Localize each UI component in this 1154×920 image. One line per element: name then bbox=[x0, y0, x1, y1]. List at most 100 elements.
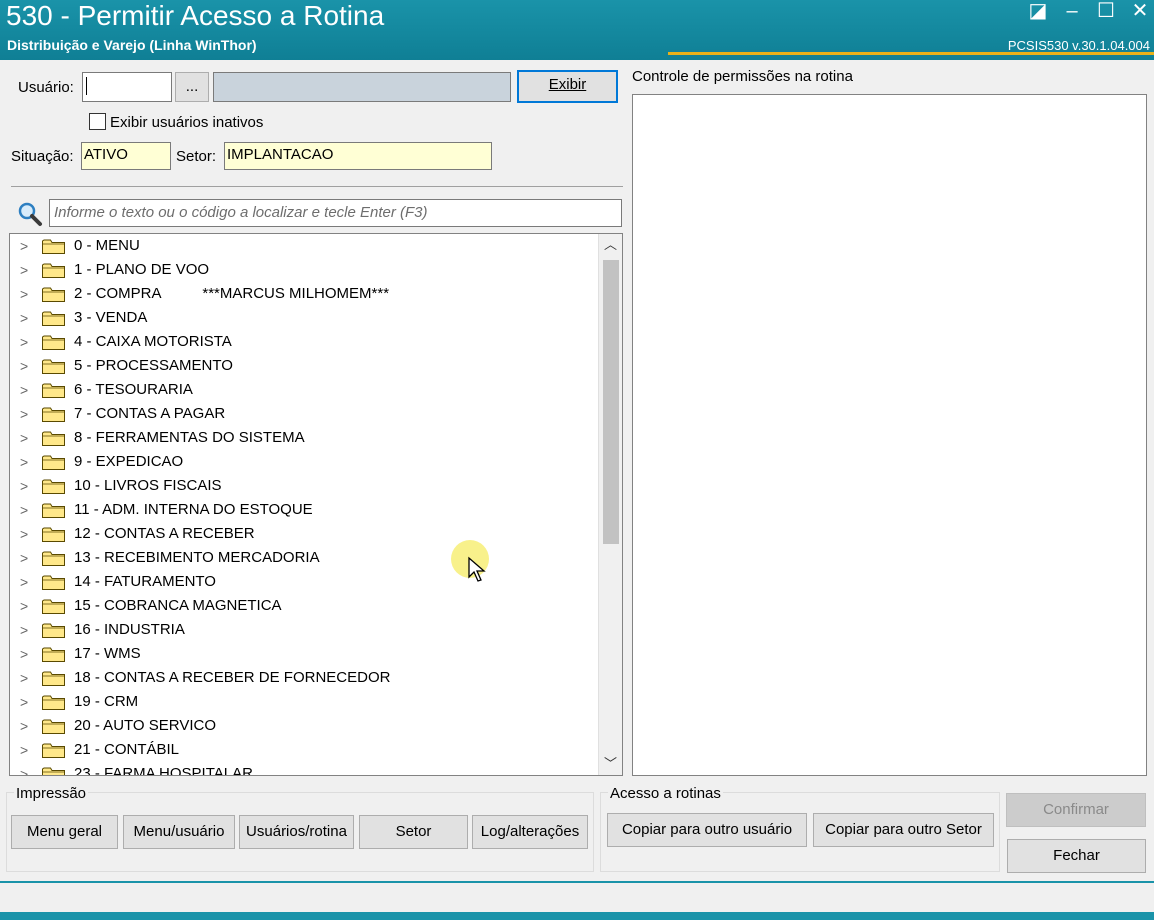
tree-item[interactable]: >16 - INDUSTRIA bbox=[10, 618, 598, 642]
tree-item[interactable]: >0 - MENU bbox=[10, 234, 598, 258]
scroll-thumb[interactable] bbox=[603, 260, 619, 544]
tree-item[interactable]: >17 - WMS bbox=[10, 642, 598, 666]
expand-arrow-icon[interactable]: > bbox=[20, 474, 28, 498]
tree-item[interactable]: >9 - EXPEDICAO bbox=[10, 450, 598, 474]
expand-arrow-icon[interactable]: > bbox=[20, 330, 28, 354]
folder-icon bbox=[42, 503, 65, 518]
search-input[interactable]: Informe o texto ou o código a localizar … bbox=[49, 199, 622, 227]
expand-arrow-icon[interactable]: > bbox=[20, 618, 28, 642]
confirm-button[interactable]: Confirmar bbox=[1006, 793, 1146, 827]
tree-item-label: 15 - COBRANCA MAGNETICA bbox=[74, 597, 282, 614]
expand-arrow-icon[interactable]: > bbox=[20, 522, 28, 546]
expand-arrow-icon[interactable]: > bbox=[20, 450, 28, 474]
tree-item[interactable]: >5 - PROCESSAMENTO bbox=[10, 354, 598, 378]
print-users-routine-button[interactable]: Usuários/rotina bbox=[239, 815, 354, 849]
tree-item-label: 19 - CRM bbox=[74, 693, 139, 710]
expand-arrow-icon[interactable]: > bbox=[20, 546, 28, 570]
expand-arrow-icon[interactable]: > bbox=[20, 690, 28, 714]
tree-item-label: 5 - PROCESSAMENTO bbox=[74, 357, 233, 374]
tree-item[interactable]: >1 - PLANO DE VOO bbox=[10, 258, 598, 282]
maximize-icon[interactable]: ☐ bbox=[1092, 0, 1120, 24]
folder-icon bbox=[42, 335, 65, 350]
close-icon[interactable]: ✕ bbox=[1126, 0, 1154, 24]
folder-icon bbox=[42, 719, 65, 734]
title-bar: 530 - Permitir Acesso a Rotina Distribui… bbox=[0, 0, 1154, 60]
inactive-users-checkbox[interactable] bbox=[89, 113, 106, 130]
expand-arrow-icon[interactable]: > bbox=[20, 426, 28, 450]
folder-icon bbox=[42, 263, 65, 278]
menu-tree[interactable]: >0 - MENU >1 - PLANO DE VOO >2 - COMPRA **… bbox=[9, 233, 623, 776]
tree-item[interactable]: >11 - ADM. INTERNA DO ESTOQUE bbox=[10, 498, 598, 522]
tree-item[interactable]: >13 - RECEBIMENTO MERCADORIA bbox=[10, 546, 598, 570]
tree-item[interactable]: >21 - CONTÁBIL bbox=[10, 738, 598, 762]
tree-item[interactable]: >20 - AUTO SERVICO bbox=[10, 714, 598, 738]
user-lookup-button[interactable]: ... bbox=[175, 72, 209, 102]
tree-item[interactable]: >3 - VENDA bbox=[10, 306, 598, 330]
tree-item-label: 12 - CONTAS A RECEBER bbox=[74, 525, 255, 542]
expand-arrow-icon[interactable]: > bbox=[20, 234, 28, 258]
tree-item[interactable]: >2 - COMPRA ***MARCUS MILHOMEM*** bbox=[10, 282, 598, 306]
window-title: 530 - Permitir Acesso a Rotina bbox=[6, 0, 385, 31]
folder-icon bbox=[42, 599, 65, 614]
tree-item[interactable]: >6 - TESOURARIA bbox=[10, 378, 598, 402]
tree-item-label: 14 - FATURAMENTO bbox=[74, 573, 216, 590]
tree-item-label: 1 - PLANO DE VOO bbox=[74, 261, 210, 278]
expand-arrow-icon[interactable]: > bbox=[20, 282, 28, 306]
user-code-input[interactable] bbox=[82, 72, 172, 102]
show-button[interactable]: Exibir bbox=[517, 70, 618, 103]
tree-list: >0 - MENU >1 - PLANO DE VOO >2 - COMPRA **… bbox=[10, 234, 598, 775]
tree-item[interactable]: >10 - LIVROS FISCAIS bbox=[10, 474, 598, 498]
tree-item-label: 7 - CONTAS A PAGAR bbox=[74, 405, 226, 422]
restore-icon[interactable]: ◪ bbox=[1024, 0, 1052, 24]
expand-arrow-icon[interactable]: > bbox=[20, 642, 28, 666]
expand-arrow-icon[interactable]: > bbox=[20, 666, 28, 690]
copy-to-user-button[interactable]: Copiar para outro usuário bbox=[607, 813, 807, 847]
show-button-label: Exibir bbox=[548, 76, 587, 93]
copy-to-sector-button[interactable]: Copiar para outro Setor bbox=[813, 813, 994, 847]
folder-icon bbox=[42, 407, 65, 422]
mouse-pointer-icon bbox=[468, 556, 486, 582]
tree-item-label: 0 - MENU bbox=[74, 237, 140, 254]
expand-arrow-icon[interactable]: > bbox=[20, 594, 28, 618]
tree-item[interactable]: >4 - CAIXA MOTORISTA bbox=[10, 330, 598, 354]
tree-item[interactable]: >12 - CONTAS A RECEBER bbox=[10, 522, 598, 546]
scroll-up-icon[interactable]: ︿ bbox=[599, 234, 622, 256]
close-button-label: Fechar bbox=[1053, 847, 1100, 864]
expand-arrow-icon[interactable]: > bbox=[20, 354, 28, 378]
tree-item-label: 16 - INDUSTRIA bbox=[74, 621, 185, 638]
status-label: Situação: bbox=[11, 148, 74, 165]
expand-arrow-icon[interactable]: > bbox=[20, 378, 28, 402]
print-user-menu-button[interactable]: Menu/usuário bbox=[123, 815, 235, 849]
tree-item[interactable]: >18 - CONTAS A RECEBER DE FORNECEDOR bbox=[10, 666, 598, 690]
folder-icon bbox=[42, 287, 65, 302]
expand-arrow-icon[interactable]: > bbox=[20, 738, 28, 762]
print-sector-button[interactable]: Setor bbox=[359, 815, 468, 849]
folder-icon bbox=[42, 431, 65, 446]
expand-arrow-icon[interactable]: > bbox=[20, 714, 28, 738]
tree-item[interactable]: >19 - CRM bbox=[10, 690, 598, 714]
folder-icon bbox=[42, 647, 65, 662]
print-general-menu-button[interactable]: Menu geral bbox=[11, 815, 118, 849]
expand-arrow-icon[interactable]: > bbox=[20, 402, 28, 426]
minimize-icon[interactable]: – bbox=[1058, 0, 1086, 24]
print-log-button[interactable]: Log/alterações bbox=[472, 815, 588, 849]
status-bar-accent bbox=[0, 912, 1154, 920]
folder-icon bbox=[42, 527, 65, 542]
expand-arrow-icon[interactable]: > bbox=[20, 258, 28, 282]
tree-item[interactable]: >23 - FARMA HOSPITALAR bbox=[10, 762, 598, 775]
expand-arrow-icon[interactable]: > bbox=[20, 498, 28, 522]
close-button[interactable]: Fechar bbox=[1007, 839, 1146, 873]
expand-arrow-icon[interactable]: > bbox=[20, 306, 28, 330]
tree-item[interactable]: >7 - CONTAS A PAGAR bbox=[10, 402, 598, 426]
tree-item[interactable]: >14 - FATURAMENTO bbox=[10, 570, 598, 594]
permissions-panel[interactable] bbox=[632, 94, 1147, 776]
title-accent-line bbox=[668, 52, 1154, 55]
tree-scrollbar[interactable]: ︿ ﹀ bbox=[598, 234, 622, 775]
window-subtitle: Distribuição e Varejo (Linha WinThor) bbox=[7, 37, 257, 53]
scroll-down-icon[interactable]: ﹀ bbox=[599, 753, 622, 775]
expand-arrow-icon[interactable]: > bbox=[20, 570, 28, 594]
tree-item[interactable]: >15 - COBRANCA MAGNETICA bbox=[10, 594, 598, 618]
expand-arrow-icon[interactable]: > bbox=[20, 762, 28, 775]
permissions-label: Controle de permissões na rotina bbox=[632, 68, 853, 85]
tree-item[interactable]: >8 - FERRAMENTAS DO SISTEMA bbox=[10, 426, 598, 450]
